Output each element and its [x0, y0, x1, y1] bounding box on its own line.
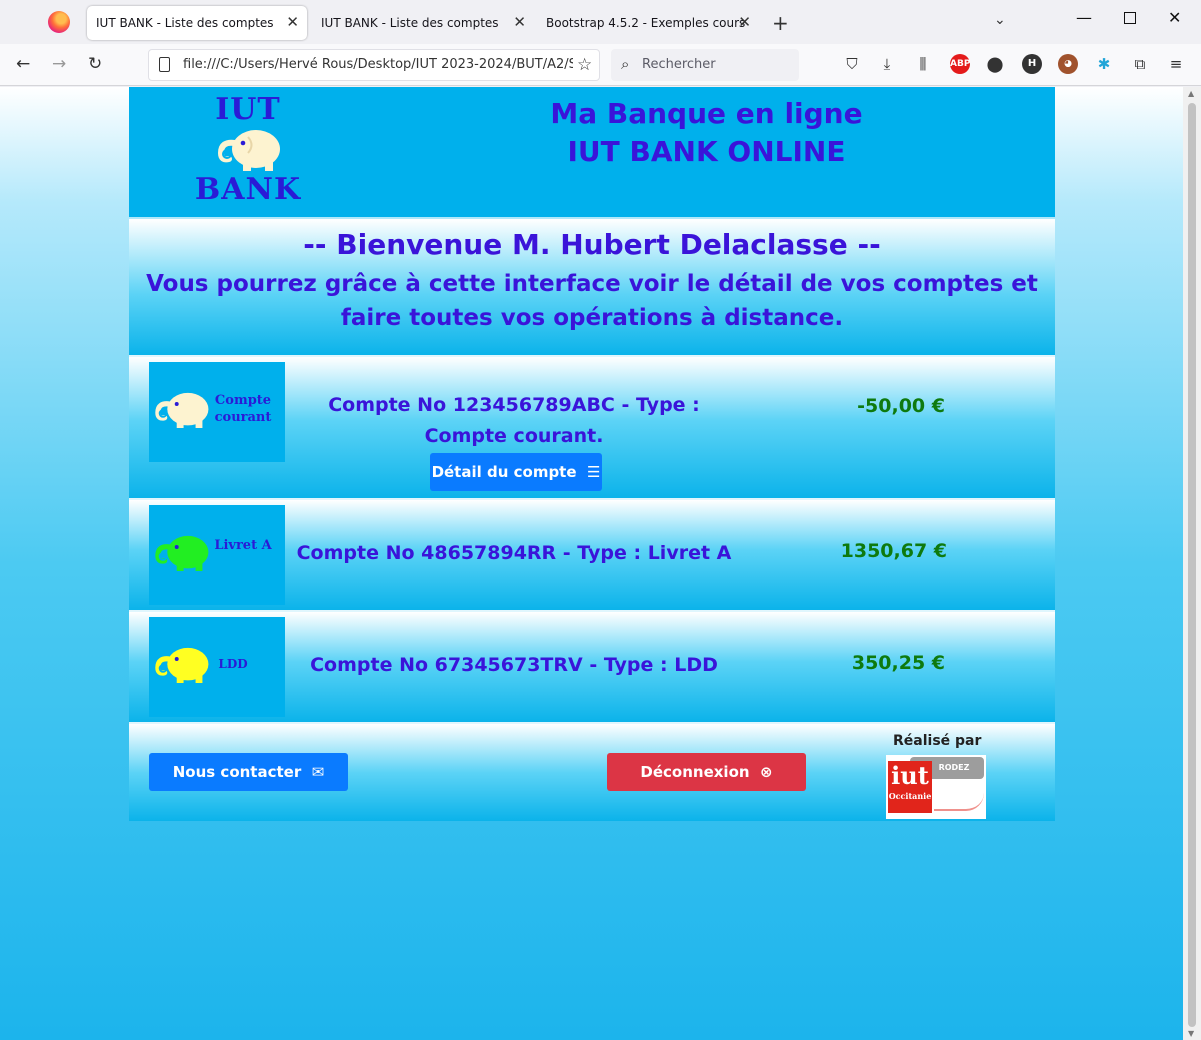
welcome-greeting: -- Bienvenue M. Hubert Delaclasse --: [303, 228, 881, 261]
bank-header: IUT BANK Ma Banque en ligne IUT BANK ONL…: [129, 87, 1055, 217]
elephant-logo-icon: [217, 130, 280, 171]
account-image-livret-a: Livret A: [149, 505, 285, 605]
scroll-thumb[interactable]: [1188, 103, 1196, 1027]
iut-logo-text: iut: [891, 761, 929, 790]
account-image-label: Livret A: [214, 538, 272, 553]
header-title-line1: Ma Banque en ligne: [550, 97, 863, 130]
logout-button[interactable]: Déconnexion ⊗: [607, 753, 806, 791]
adblock-icon[interactable]: ABP: [950, 54, 970, 74]
iut-bank-logo: IUT BANK: [185, 95, 311, 207]
extensions-puzzle-icon[interactable]: ⧉: [1130, 54, 1150, 74]
maximize-icon[interactable]: [1124, 12, 1136, 24]
cookie-extension-icon[interactable]: ◕: [1058, 54, 1078, 74]
made-by-label: Réalisé par: [893, 733, 982, 749]
close-circle-icon: ⊗: [754, 763, 773, 781]
page-icon: [159, 57, 170, 72]
reload-icon[interactable]: ↻: [88, 54, 102, 74]
account-description: Compte No 123456789ABC - Type : Compte c…: [328, 394, 700, 447]
address-bar[interactable]: file:///C:/Users/Hervé Rous/Desktop/IUT …: [148, 49, 600, 81]
scroll-down-arrow-icon[interactable]: ▼: [1188, 1029, 1194, 1038]
search-icon: ⌕: [621, 55, 630, 73]
extension-icon[interactable]: ⬤: [985, 54, 1005, 74]
bank-footer: Nous contacter ✉ Déconnexion ⊗ Réalisé p…: [129, 722, 1055, 821]
url-text[interactable]: file:///C:/Users/Hervé Rous/Desktop/IUT …: [183, 57, 573, 72]
pocket-icon[interactable]: ⛉: [842, 54, 862, 74]
elephant-icon: [155, 392, 209, 428]
account-image-compte-courant: Compte courant: [149, 362, 285, 462]
scroll-up-arrow-icon[interactable]: ▲: [1188, 89, 1194, 98]
list-icon: ☰: [581, 463, 601, 481]
bank-container: IUT BANK Ma Banque en ligne IUT BANK ONL…: [129, 87, 1055, 821]
logo-bottom-text: BANK: [194, 172, 302, 207]
elephant-icon: [155, 535, 209, 571]
contact-label: Nous contacter: [172, 763, 302, 781]
logout-label: Déconnexion: [640, 763, 750, 781]
elephant-icon: [155, 647, 209, 683]
tab-title: IUT BANK - Liste des comptes: [321, 16, 499, 30]
new-tab-icon[interactable]: +: [772, 11, 789, 35]
welcome-message: Vous pourrez grâce à cette interface voi…: [146, 271, 1038, 331]
account-image-label: LDD: [218, 657, 248, 671]
account-image-label: Compte courant: [214, 393, 272, 425]
account-balance: 1350,67 €: [840, 540, 947, 562]
forward-icon[interactable]: →: [52, 54, 66, 74]
iut-logo-subtext: Occitanie: [888, 791, 932, 801]
close-tab-icon[interactable]: ✕: [738, 15, 751, 30]
close-window-icon[interactable]: ✕: [1168, 8, 1181, 27]
iut-swoosh: [934, 793, 984, 811]
downloads-icon[interactable]: ⤓: [877, 54, 897, 74]
tab-title: Bootstrap 4.5.2 - Exemples cours: [546, 16, 746, 30]
logo-top-text: IUT: [215, 92, 281, 127]
vertical-scrollbar[interactable]: ▲ ▼: [1183, 87, 1201, 1040]
account-image-ldd: LDD: [149, 617, 285, 717]
account-detail-button[interactable]: Détail du compte ☰: [430, 453, 602, 491]
iut-red-block: iut Occitanie: [888, 761, 932, 813]
iut-occitanie-logo[interactable]: RODEZ iut Occitanie: [886, 755, 986, 819]
h-extension-icon[interactable]: H: [1022, 54, 1042, 74]
close-tab-icon[interactable]: ✕: [513, 15, 526, 30]
header-titles: Ma Banque en ligne IUT BANK ONLINE: [499, 95, 914, 171]
search-input[interactable]: ⌕ Rechercher: [611, 49, 799, 81]
colorful-extension-icon[interactable]: ✱: [1094, 54, 1114, 74]
close-tab-icon[interactable]: ✕: [286, 15, 299, 30]
account-detail-label: Détail du compte: [431, 463, 577, 481]
menu-icon[interactable]: ≡: [1166, 54, 1186, 74]
list-tabs-chevron-icon[interactable]: ⌄: [994, 12, 1006, 28]
minimize-icon[interactable]: —: [1076, 8, 1092, 27]
firefox-icon[interactable]: [48, 11, 70, 33]
account-balance: 350,25 €: [851, 652, 945, 674]
account-row-compte-courant: Compte courant Compte No 123456789ABC - …: [129, 355, 1055, 498]
account-balance: -50,00 €: [857, 395, 945, 417]
bookmark-star-icon[interactable]: ☆: [577, 55, 592, 75]
search-placeholder: Rechercher: [642, 57, 716, 72]
welcome-banner: -- Bienvenue M. Hubert Delaclasse -- Vou…: [129, 219, 1055, 355]
account-row-ldd: LDD Compte No 67345673TRV - Type : LDD 3…: [129, 610, 1055, 722]
tab-iut-bank-active[interactable]: IUT BANK - Liste des comptes ✕: [87, 6, 307, 40]
back-icon[interactable]: ←: [16, 54, 30, 74]
contact-button[interactable]: Nous contacter ✉: [149, 753, 348, 791]
header-title-line2: IUT BANK ONLINE: [567, 135, 846, 168]
navigation-toolbar: ← → ↻ file:///C:/Users/Hervé Rous/Deskto…: [0, 44, 1201, 86]
account-description: Compte No 67345673TRV - Type : LDD: [310, 654, 718, 676]
tab-bootstrap[interactable]: Bootstrap 4.5.2 - Exemples cours ✕: [537, 6, 759, 40]
envelope-icon: ✉: [306, 763, 325, 781]
tab-strip: IUT BANK - Liste des comptes ✕ IUT BANK …: [0, 0, 1201, 44]
account-row-livret-a: Livret A Compte No 48657894RR - Type : L…: [129, 498, 1055, 610]
library-icon[interactable]: ⫼: [913, 54, 933, 74]
account-description: Compte No 48657894RR - Type : Livret A: [296, 542, 732, 564]
tab-iut-bank[interactable]: IUT BANK - Liste des comptes ✕: [312, 6, 534, 40]
tab-title: IUT BANK - Liste des comptes: [96, 16, 274, 30]
page-viewport: IUT BANK Ma Banque en ligne IUT BANK ONL…: [0, 87, 1183, 1040]
